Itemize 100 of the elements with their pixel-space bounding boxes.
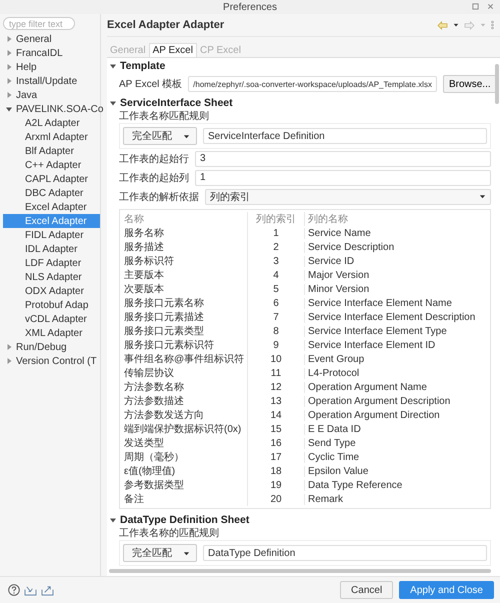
field-label: 工作表名称匹配规则 (119, 110, 210, 123)
expand-caret-icon[interactable] (109, 516, 117, 524)
table-cell: 5 (248, 284, 305, 294)
dropdown-arrow-icon (479, 193, 486, 200)
table-cell: 方法参数发送方向 (120, 408, 248, 422)
table-cell: 服务描述 (120, 240, 248, 254)
field-label: 工作表名称的匹配规则 (119, 527, 220, 540)
tree-item[interactable]: General (3, 32, 100, 46)
match-mode-dropdown[interactable]: 完全匹配 (123, 544, 197, 562)
table-cell: 3 (248, 256, 305, 266)
table-cell-text: Service Interface Element Name (307, 298, 452, 308)
import-icon[interactable] (24, 584, 37, 596)
table-cell: 发送类型 (120, 436, 248, 450)
tree-item[interactable]: LDF Adapter (3, 256, 100, 270)
table-cell: 18 (248, 466, 305, 476)
column-header[interactable]: 列的索引 (248, 212, 305, 226)
tree-item[interactable]: Protobuf Adap (3, 298, 100, 312)
table-cell: 1 (248, 228, 305, 238)
tree-item[interactable]: Version Control (T (3, 354, 100, 368)
table-cell: 周期（毫秒） (120, 450, 248, 464)
template-path-field[interactable]: /home/zephyr/.soa-converter-workspace/uploads/AP_Template.xlsx (188, 76, 437, 92)
forward-arrow-icon[interactable] (464, 20, 475, 30)
dropdown-arrow-icon[interactable] (453, 22, 459, 28)
column-header[interactable]: 名称 (120, 212, 248, 226)
table-cell: 16 (248, 438, 305, 448)
table-cell-text: Service ID (307, 256, 354, 266)
help-icon[interactable] (8, 584, 20, 596)
expand-caret-icon[interactable] (109, 98, 117, 106)
export-icon[interactable] (41, 584, 54, 596)
tree-item[interactable]: Arxml Adapter (3, 130, 100, 144)
table-cell: 7 (248, 312, 305, 322)
expand-caret-icon[interactable] (109, 62, 117, 70)
table-cell: 端到端保护数据标识符(0x) (120, 422, 248, 436)
table-cell: 服务接口元素名称 (120, 296, 248, 310)
more-menu-icon[interactable] (491, 20, 494, 30)
table-cell: 服务接口元素标识符 (120, 338, 248, 352)
table-cell: 8 (248, 326, 305, 336)
table-cell: 次要版本 (120, 282, 248, 296)
input-field[interactable]: 1 (195, 170, 491, 186)
table-cell-text: Epsilon Value (307, 466, 368, 476)
table-cell-text: Operation Argument Description (307, 396, 450, 406)
close-icon[interactable] (487, 3, 494, 10)
table-cell: 参考数据类型 (120, 478, 248, 492)
browse-button[interactable]: Browse... (442, 75, 497, 93)
table-cell-text: Operation Argument Name (307, 382, 427, 392)
table-cell: 服务名称 (120, 226, 248, 240)
maximize-icon[interactable] (472, 3, 479, 10)
tree-item[interactable]: A2L Adapter (3, 116, 100, 130)
window-title: Preferences (223, 2, 277, 12)
table-cell-text: Service Interface Element ID (307, 340, 436, 350)
tree-item[interactable]: ODX Adapter (3, 284, 100, 298)
tree-item[interactable]: DBC Adapter (3, 186, 100, 200)
table-cell: 主要版本 (120, 268, 248, 282)
tree-item[interactable]: C++ Adapter (3, 158, 100, 172)
tree-item[interactable]: Excel Adapter (3, 200, 100, 214)
vertical-scrollbar[interactable] (495, 64, 499, 104)
horizontal-scrollbar[interactable] (109, 569, 491, 573)
table-cell: 10 (248, 354, 305, 364)
tree-item[interactable]: CAPL Adapter (3, 172, 100, 186)
field-label: 工作表的解析依据 (119, 190, 199, 204)
table-cell: 14 (248, 410, 305, 420)
cancel-button[interactable]: Cancel (340, 581, 394, 599)
table-cell-text: Minor Version (307, 284, 370, 294)
tree-item[interactable]: Help (3, 60, 100, 74)
input-field[interactable]: 3 (195, 150, 491, 166)
tree-item[interactable]: Run/Debug (3, 340, 100, 354)
tree-item[interactable]: Java (3, 88, 100, 102)
table-cell: ε值(物理值) (120, 464, 248, 478)
table-cell-text: Service Interface Element Description (307, 312, 476, 322)
tree-item[interactable]: NLS Adapter (3, 270, 100, 284)
dropdown-arrow-icon (183, 550, 190, 556)
column-header[interactable]: 列的名称 (305, 212, 348, 226)
table-cell: 传输层协议 (120, 366, 248, 380)
apply-button[interactable]: Apply and Close (399, 581, 494, 599)
filter-field[interactable]: type filter text (3, 17, 75, 30)
table-cell: 4 (248, 270, 305, 280)
tab[interactable]: AP Excel (148, 43, 197, 57)
section-heading: DataType Definition Sheet (120, 514, 250, 526)
table-cell: 20 (248, 494, 305, 504)
back-arrow-icon[interactable] (437, 20, 448, 30)
tree-item[interactable]: Blf Adapter (3, 144, 100, 158)
tree-item[interactable]: vCDL Adapter (3, 312, 100, 326)
parse-mode-dropdown[interactable]: 列的索引 (205, 188, 491, 204)
table-cell-text: Remark (307, 494, 344, 504)
tree-item[interactable]: IDL Adapter (3, 242, 100, 256)
dropdown-arrow-icon (183, 132, 190, 140)
table-cell-text: Data Type Reference (307, 480, 402, 490)
sheet-name-field[interactable]: ServiceInterface Definition (203, 128, 487, 144)
tree-item[interactable]: XML Adapter (3, 326, 100, 340)
field-label: 工作表的起始列 (119, 172, 189, 184)
table-cell-text: Service Name (307, 228, 371, 238)
table-cell: 2 (248, 242, 305, 252)
table-cell-text: Send Type (307, 438, 356, 448)
tree-item[interactable]: FrancaIDL (3, 46, 100, 60)
sheet-name-field[interactable]: DataType Definition (203, 545, 487, 561)
table-cell-text: Service Description (307, 242, 394, 252)
match-mode-dropdown[interactable]: 完全匹配 (123, 127, 197, 145)
table-cell-text: L4-Protocol (307, 368, 360, 378)
tree-item[interactable]: Install/Update (3, 74, 100, 88)
tree-item[interactable]: FIDL Adapter (3, 228, 100, 242)
